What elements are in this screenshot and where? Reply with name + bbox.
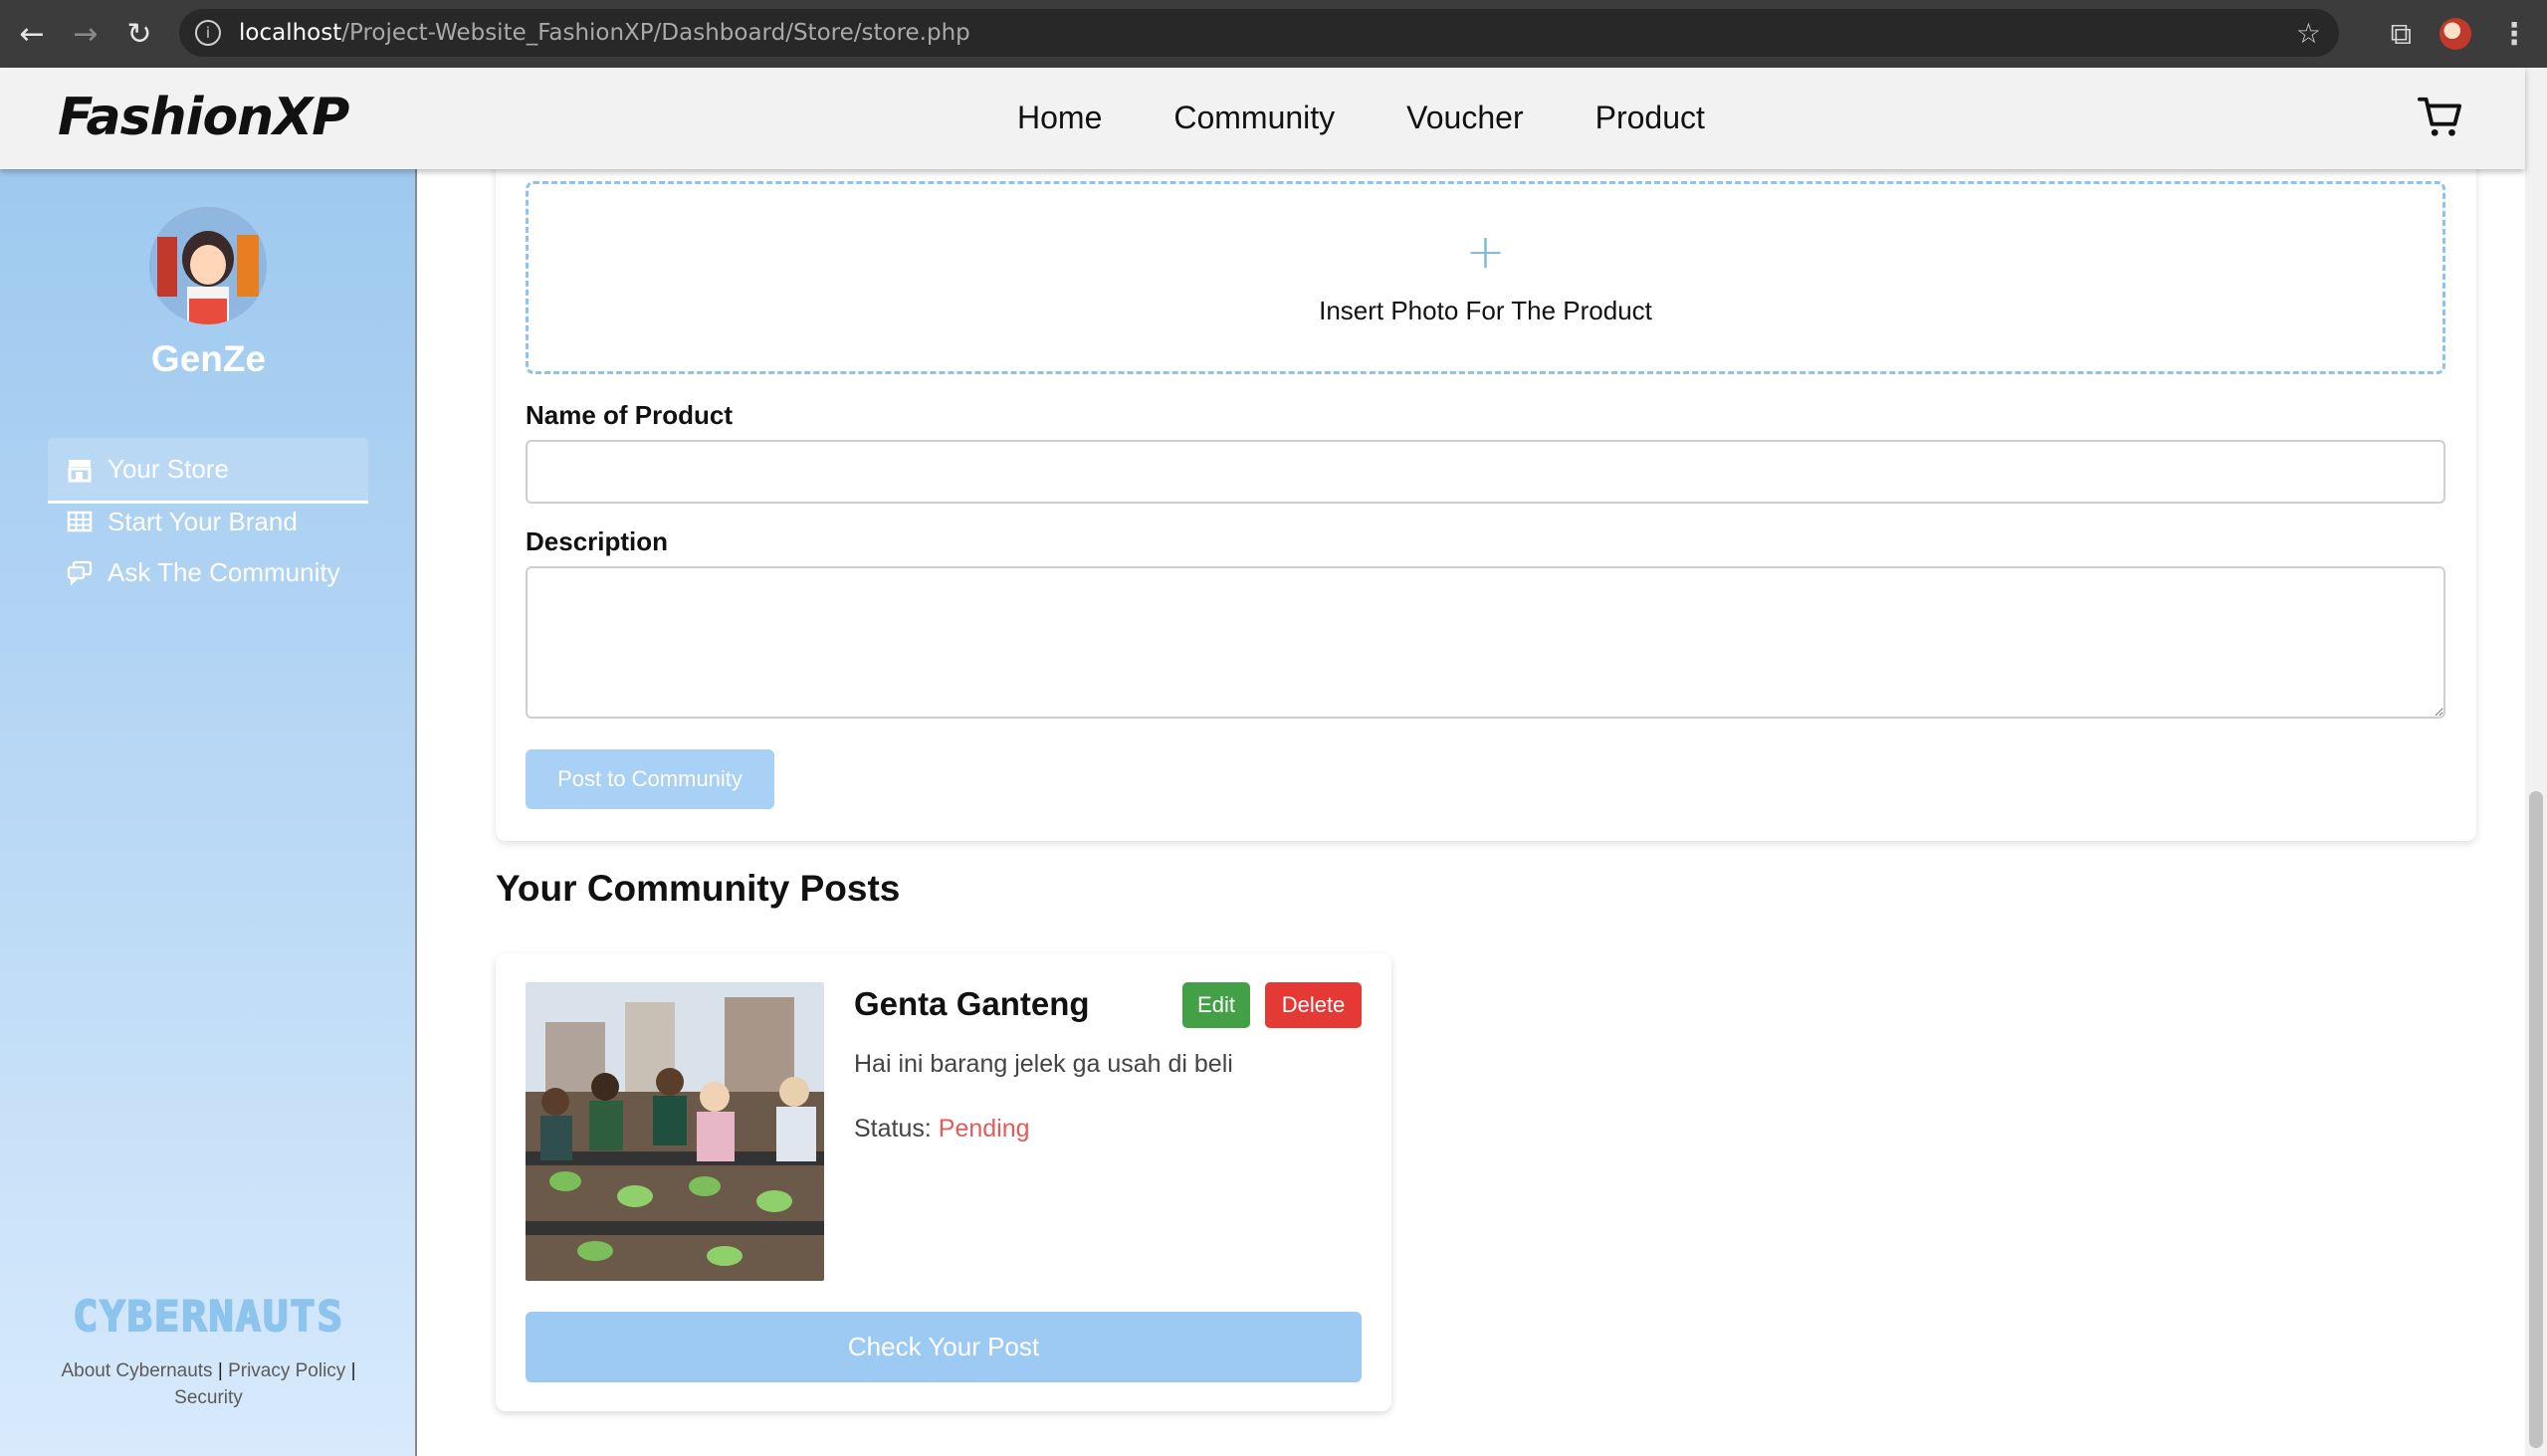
grid-icon — [66, 508, 94, 535]
reload-icon[interactable]: ↻ — [117, 12, 161, 56]
store-icon — [66, 456, 94, 484]
nav-product[interactable]: Product — [1595, 100, 1705, 136]
url-host: localhost — [239, 20, 342, 46]
post-to-community-button[interactable]: Post to Community — [526, 749, 774, 809]
scrollbar-thumb[interactable] — [2529, 791, 2543, 1448]
description-label: Description — [526, 526, 669, 556]
sidebar-item-ask-the-community[interactable]: Ask The Community — [48, 539, 368, 605]
sidebar-item-label: Start Your Brand — [107, 506, 298, 536]
address-bar[interactable]: i localhost/Project-Website_FashionXP/Da… — [179, 9, 2339, 57]
cart-icon[interactable] — [2417, 94, 2462, 139]
post-description: Hai ini barang jelek ga usah di beli — [854, 1050, 1233, 1078]
back-icon[interactable]: ← — [10, 12, 54, 56]
check-your-post-button[interactable]: Check Your Post — [526, 1312, 1362, 1382]
photo-upload-dropzone[interactable]: + Insert Photo For The Product — [526, 181, 2445, 374]
community-posts-heading: Your Community Posts — [496, 868, 901, 909]
edit-post-button[interactable]: Edit — [1182, 982, 1250, 1028]
status-badge: Pending — [938, 1115, 1030, 1143]
upload-label: Insert Photo For The Product — [1319, 296, 1652, 325]
forward-icon[interactable]: → — [64, 12, 107, 56]
privacy-policy-link[interactable]: Privacy Policy — [228, 1360, 345, 1381]
bookmark-star-icon[interactable]: ☆ — [2296, 17, 2321, 50]
browser-menu-icon[interactable]: ⋮ — [2499, 17, 2529, 52]
extensions-icon[interactable]: ⧉ — [2391, 17, 2412, 52]
sidebar-item-label: Your Store — [107, 454, 229, 484]
site-logo[interactable]: FashionXP — [58, 88, 349, 147]
nav-voucher[interactable]: Voucher — [1406, 100, 1523, 136]
footer-separator: | — [217, 1360, 223, 1381]
product-name-input[interactable] — [526, 440, 2445, 504]
plus-icon: + — [1465, 224, 1506, 280]
about-link[interactable]: About Cybernauts — [61, 1360, 212, 1381]
nav-community[interactable]: Community — [1173, 100, 1335, 136]
browser-toolbar: ← → ↻ i localhost/Project-Website_Fashio… — [0, 0, 2547, 68]
post-status: Status: Pending — [854, 1115, 1030, 1144]
brand-logo: CYBERNAUTS — [72, 1291, 344, 1342]
status-label: Status: — [854, 1115, 932, 1143]
sidebar-item-label: Ask The Community — [107, 556, 340, 587]
profile-avatar-icon[interactable] — [2440, 18, 2471, 50]
avatar — [149, 207, 267, 324]
sidebar: GenZe Your Store Start Your Brand Ask Th… — [0, 169, 417, 1456]
post-title: Genta Ganteng — [854, 985, 1090, 1022]
chat-icon — [66, 558, 94, 586]
security-link[interactable]: Security — [174, 1387, 243, 1408]
description-textarea[interactable] — [526, 566, 2445, 719]
site-header: FashionXP Home Community Voucher Product — [0, 68, 2525, 169]
delete-post-button[interactable]: Delete — [1265, 982, 1362, 1028]
sidebar-footer: About Cybernauts | Privacy Policy | Secu… — [40, 1357, 377, 1411]
sidebar-username: GenZe — [150, 338, 267, 379]
footer-separator: | — [350, 1360, 356, 1381]
nav-home[interactable]: Home — [1017, 100, 1102, 136]
site-info-icon[interactable]: i — [195, 20, 221, 46]
main-nav: Home Community Voucher Product — [1017, 100, 1705, 136]
url-path: /Project-Website_FashionXP/Dashboard/Sto… — [341, 20, 970, 46]
product-name-label: Name of Product — [526, 400, 734, 430]
post-image — [526, 982, 824, 1281]
